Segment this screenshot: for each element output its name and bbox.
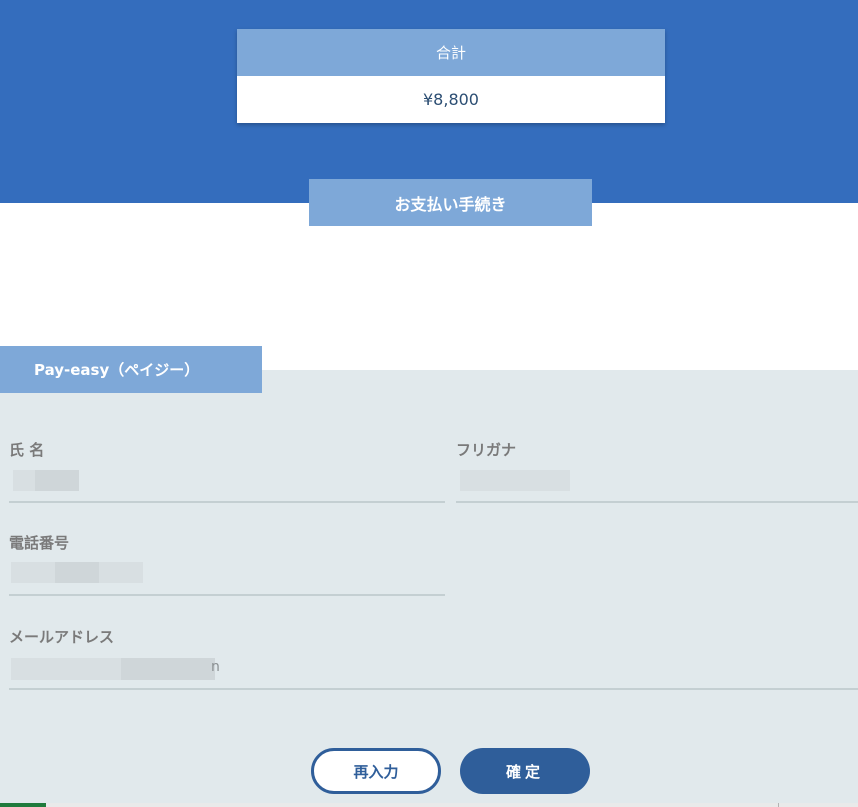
redacted-furigana	[460, 470, 570, 491]
phone-label: 電話番号	[9, 534, 70, 552]
redacted-phone-part	[55, 562, 99, 583]
total-amount: ¥8,800	[423, 90, 479, 109]
name-label: 氏 名	[9, 441, 45, 459]
redacted-name-part	[35, 470, 79, 491]
bottom-strip-accent	[0, 803, 46, 807]
payment-method-tab: Pay-easy（ペイジー）	[0, 346, 262, 393]
email-field[interactable]: n	[9, 650, 858, 690]
redacted-phone-part	[11, 562, 55, 583]
redacted-phone-part	[99, 562, 143, 583]
furigana-label: フリガナ	[456, 441, 517, 459]
email-tail-char: n	[211, 659, 220, 675]
bottom-strip	[0, 803, 858, 807]
furigana-field[interactable]	[456, 464, 858, 503]
name-field[interactable]	[9, 464, 445, 503]
bottom-strip-divider	[778, 803, 779, 807]
total-label: 合計	[237, 29, 665, 76]
redacted-email-part	[11, 658, 121, 680]
confirm-button[interactable]: 確定	[460, 748, 590, 794]
total-summary-card: 合計 ¥8,800	[237, 29, 665, 123]
redacted-name-part	[13, 470, 35, 491]
phone-field[interactable]	[9, 557, 445, 596]
email-label: メールアドレス	[9, 628, 115, 646]
redacted-email-part	[121, 658, 215, 680]
payment-procedure-tab: お支払い手続き	[309, 179, 592, 226]
reenter-button[interactable]: 再入力	[311, 748, 441, 794]
